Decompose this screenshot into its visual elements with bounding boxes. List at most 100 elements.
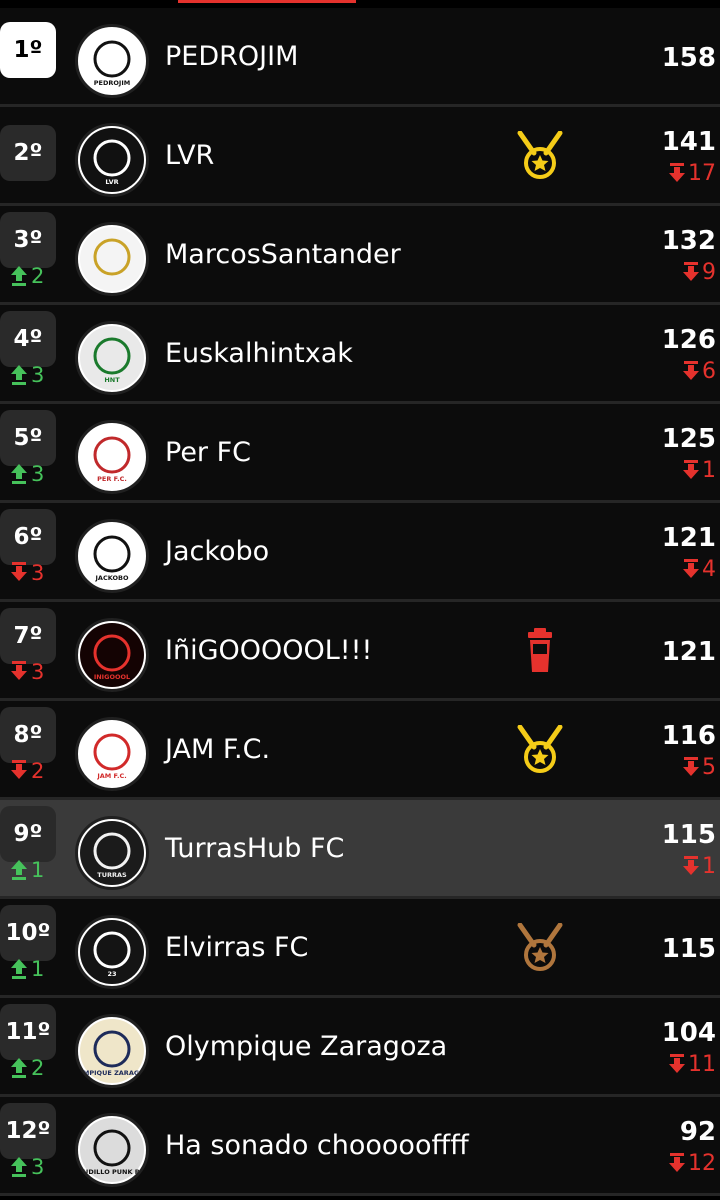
points-delta-value: 4: [702, 557, 716, 582]
team-name[interactable]: Elvirras FC: [165, 932, 308, 963]
team-name[interactable]: LVR: [165, 140, 214, 171]
medal-gold-icon: [512, 130, 568, 183]
team-avatar[interactable]: LVR: [75, 123, 149, 197]
arrow-up-icon: [11, 959, 27, 979]
arrow-down-icon: [683, 459, 699, 479]
arrow-down-icon: [11, 760, 27, 779]
standing-row[interactable]: 4º 3 HNT Euskalhintxak 126 6: [0, 305, 720, 404]
rank-change: 3: [10, 1155, 44, 1179]
rank-change: 1: [10, 858, 44, 882]
standing-row[interactable]: 6º 3 JACKOBO Jackobo 121 4: [0, 503, 720, 602]
points-delta: 9: [682, 260, 716, 285]
rank-position: 1º: [0, 22, 56, 78]
team-name[interactable]: Ha sonado choooooffff: [165, 1130, 469, 1161]
rank-change: 3: [10, 660, 44, 684]
team-avatar[interactable]: JAM F.C.: [75, 717, 149, 791]
team-avatar[interactable]: PER F.C.: [75, 420, 149, 494]
team-points: 125: [661, 424, 716, 454]
arrow-up-icon: [11, 365, 27, 385]
rank-change: 2: [10, 264, 44, 288]
rank-change-value: 1: [31, 957, 45, 981]
standing-row[interactable]: 3º 2 MarcosSantander 132 9: [0, 206, 720, 305]
team-avatar[interactable]: HNT: [75, 321, 149, 395]
team-avatar[interactable]: PEDROJIM: [75, 24, 149, 98]
team-avatar[interactable]: [75, 222, 149, 296]
team-points: 141: [661, 127, 716, 157]
svg-text:HNT: HNT: [104, 376, 120, 384]
team-name[interactable]: JAM F.C.: [165, 734, 270, 765]
rank-position: 4º: [0, 311, 56, 367]
rank-change-value: 2: [31, 759, 45, 783]
team-points: 132: [661, 226, 716, 256]
arrow-down-icon: [683, 558, 699, 578]
points-delta-value: 11: [688, 1052, 716, 1077]
team-name[interactable]: TurrasHub FC: [165, 833, 344, 864]
team-points: 115: [661, 934, 716, 964]
standing-row[interactable]: 11º2 OLYMPIQUE ZARAGOZA Olympique Zaragoza…: [0, 998, 720, 1097]
rank-position: 5º: [0, 410, 56, 466]
team-points: 115: [661, 820, 716, 850]
points-delta: 4: [682, 557, 716, 582]
medal-gold-icon: [512, 724, 568, 777]
rank-change: 2: [10, 759, 44, 783]
svg-text:JACKOBO: JACKOBO: [95, 574, 129, 582]
points-delta: 17: [668, 161, 716, 186]
points-delta: 6: [682, 359, 716, 384]
arrow-down-icon: [683, 855, 699, 875]
standing-row[interactable]: 9º 1 TURRAS TurrasHub FC 115 1: [0, 800, 720, 899]
svg-text:PEDROJIM: PEDROJIM: [94, 79, 130, 87]
svg-text:PER F.C.: PER F.C.: [97, 475, 127, 483]
rank-position: 10º: [0, 905, 56, 961]
points-delta: 1: [682, 458, 716, 483]
points-delta: 12: [668, 1151, 716, 1176]
svg-text:TURRAS: TURRAS: [97, 871, 127, 879]
rank-position: 7º: [0, 608, 56, 664]
rank-position: 2º: [0, 125, 56, 181]
arrow-down-icon: [669, 1152, 685, 1172]
arrow-up-icon: [11, 464, 27, 484]
standing-row[interactable]: 5º 3 PER F.C. Per FC 125 1: [0, 404, 720, 503]
standing-row[interactable]: 1º PEDROJIM PEDROJIM 158: [0, 8, 720, 107]
team-avatar[interactable]: INIGOOOL: [75, 618, 149, 692]
team-points: 121: [661, 523, 716, 553]
team-points: 121: [661, 637, 716, 667]
arrow-down-icon: [669, 1053, 685, 1073]
team-avatar[interactable]: JACKOBO: [75, 519, 149, 593]
team-avatar[interactable]: 23: [75, 915, 149, 989]
team-name[interactable]: Jackobo: [165, 536, 269, 567]
team-name[interactable]: MarcosSantander: [165, 239, 401, 270]
rank-position: 8º: [0, 707, 56, 763]
team-name[interactable]: IñiGOOOOOL!!!: [165, 635, 372, 666]
team-name[interactable]: Olympique Zaragoza: [165, 1031, 447, 1062]
rank-change-value: 1: [31, 858, 45, 882]
rank-position: 9º: [0, 806, 56, 862]
svg-text:ASTUDILLO PUNK ROCK: ASTUDILLO PUNK ROCK: [80, 1168, 144, 1176]
arrow-down-icon: [11, 562, 27, 581]
rank-change: 3: [10, 561, 44, 585]
rank-change-value: 2: [31, 264, 45, 288]
team-avatar[interactable]: ASTUDILLO PUNK ROCK: [75, 1113, 149, 1187]
points-delta: 1: [682, 854, 716, 879]
points-delta-value: 9: [702, 260, 716, 285]
team-points: 92: [679, 1117, 716, 1147]
arrow-up-icon: [11, 860, 27, 880]
rank-change: 3: [10, 462, 44, 486]
team-name[interactable]: Euskalhintxak: [165, 338, 353, 369]
standing-row[interactable]: 10º 1 23 Elvirras FC 115: [0, 899, 720, 998]
rank-change-value: 3: [31, 660, 45, 684]
team-name[interactable]: PEDROJIM: [165, 41, 298, 72]
standing-row[interactable]: 12º3 ASTUDILLO PUNK ROCK Ha sonado chooooo…: [0, 1097, 720, 1196]
arrow-up-icon: [11, 266, 27, 286]
standing-row[interactable]: 7º 3 INIGOOOL IñiGOOOOOL!!! 121: [0, 602, 720, 701]
rank-change-value: 3: [31, 462, 45, 486]
svg-text:INIGOOOL: INIGOOOL: [94, 673, 130, 681]
rank-change-value: 3: [31, 363, 45, 387]
standing-row[interactable]: 2º LVR LVR 141 17: [0, 107, 720, 206]
rank-position: 12º: [0, 1103, 56, 1159]
team-name[interactable]: Per FC: [165, 437, 251, 468]
team-avatar[interactable]: TURRAS: [75, 816, 149, 890]
team-avatar[interactable]: OLYMPIQUE ZARAGOZA: [75, 1014, 149, 1088]
arrow-down-icon: [683, 261, 699, 281]
rank-position: 6º: [0, 509, 56, 565]
standing-row[interactable]: 8º 2 JAM F.C. JAM F.C. 116 5: [0, 701, 720, 800]
